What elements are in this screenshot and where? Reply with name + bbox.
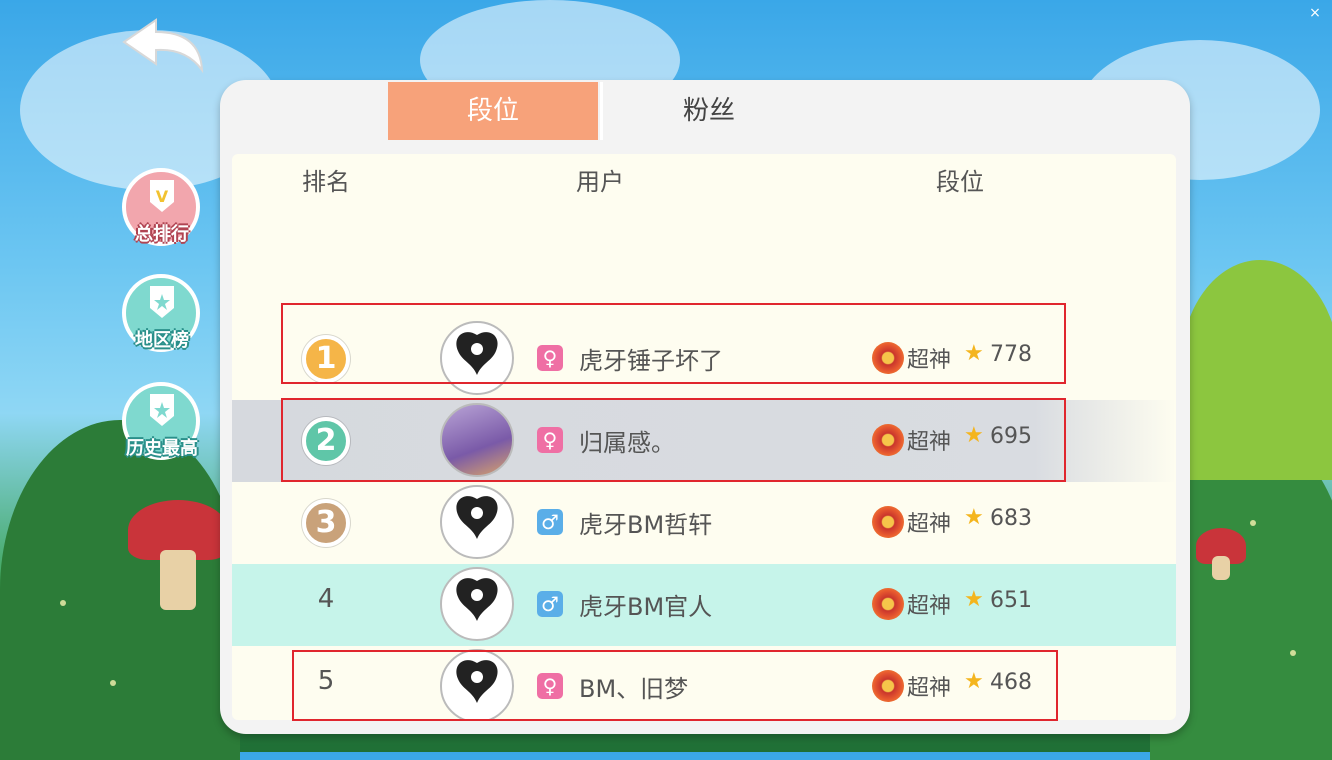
tab-divider — [600, 82, 603, 140]
guild-emblem-icon — [456, 578, 498, 621]
leaderboard-row[interactable]: 3 ♂ 虎牙BM哲轩 超神 ★ 683 — [232, 482, 1176, 564]
annotation-box-row-2 — [281, 398, 1066, 482]
back-button[interactable] — [118, 16, 208, 76]
annotation-box-row-1 — [281, 303, 1066, 384]
gender-male-icon: ♂ — [537, 509, 563, 535]
tier-badge-icon — [872, 588, 904, 620]
tab-rank-tier[interactable]: 段位 — [388, 82, 598, 140]
tier-label: 超神 — [907, 594, 952, 619]
rank-number: 4 — [317, 584, 335, 614]
svg-text:V: V — [156, 187, 169, 206]
username: 虎牙BM官人 — [579, 593, 713, 621]
avatar[interactable] — [440, 485, 514, 559]
avatar[interactable] — [440, 567, 514, 641]
star-icon: ★ — [964, 587, 984, 612]
side-tab-label: 总排行 — [135, 224, 189, 245]
tab-fans[interactable]: 粉丝 — [604, 82, 814, 140]
side-tab-label: 地区榜 — [135, 330, 189, 351]
side-tab-label: 历史最高 — [126, 438, 198, 459]
guild-emblem-icon — [456, 496, 498, 539]
star-score: 683 — [990, 506, 1032, 531]
tier-label: 超神 — [907, 512, 952, 537]
close-button[interactable]: × — [1306, 4, 1324, 22]
back-arrow-icon — [122, 18, 204, 74]
tier-badge-icon — [872, 506, 904, 538]
ribbon-star-icon — [150, 286, 174, 318]
side-tab-history-high[interactable]: 历史最高 — [110, 378, 214, 462]
annotation-box-row-5 — [292, 650, 1058, 721]
gender-male-icon: ♂ — [537, 591, 563, 617]
side-tab-region[interactable]: 地区榜 — [110, 270, 214, 354]
username: 虎牙BM哲轩 — [579, 511, 713, 539]
ribbon-star-icon — [150, 394, 174, 426]
star-score: 651 — [990, 588, 1032, 613]
star-icon: ★ — [964, 505, 984, 530]
column-header-tier: 段位 — [936, 168, 984, 196]
column-header-user: 用户 — [576, 168, 624, 196]
ribbon-v-icon: V — [150, 180, 174, 212]
column-header-rank: 排名 — [302, 168, 350, 196]
leaderboard-row[interactable]: 4 ♂ 虎牙BM官人 超神 ★ 651 — [232, 564, 1176, 646]
side-tab-overall[interactable]: V 总排行 — [110, 164, 214, 248]
rank-medal-bronze: 3 — [302, 499, 350, 547]
